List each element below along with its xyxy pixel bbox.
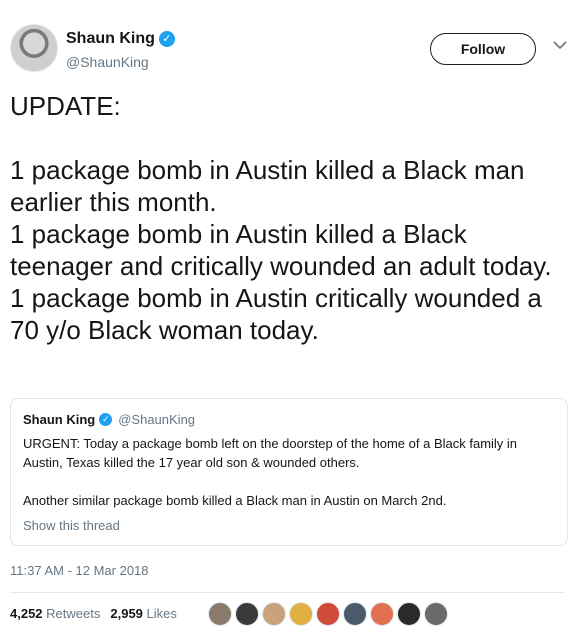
tweet-timestamp[interactable]: 11:37 AM - 12 Mar 2018 xyxy=(10,563,149,578)
quoted-author-name: Shaun King xyxy=(23,412,96,427)
liker-avatar[interactable] xyxy=(424,602,448,626)
tweet-header: Shaun King ✓ @ShaunKing Follow xyxy=(10,24,567,76)
author-name-row: Shaun King ✓ xyxy=(66,30,175,48)
chevron-down-icon[interactable] xyxy=(553,37,567,53)
author-handle[interactable]: @ShaunKing xyxy=(66,54,149,70)
liker-avatar[interactable] xyxy=(208,602,232,626)
avatar[interactable] xyxy=(10,24,58,72)
quoted-tweet[interactable]: Shaun King ✓ @ShaunKing URGENT: Today a … xyxy=(10,398,568,546)
verified-badge-icon: ✓ xyxy=(99,413,113,426)
retweets-count: 4,252 xyxy=(10,606,43,621)
retweets-stat[interactable]: 4,252 Retweets xyxy=(10,606,100,621)
liker-avatar[interactable] xyxy=(262,602,286,626)
likes-stat[interactable]: 2,959 Likes xyxy=(110,606,177,621)
retweets-label: Retweets xyxy=(46,606,101,621)
engagement-stats: 4,252 Retweets 2,959 Likes xyxy=(10,606,177,621)
liker-avatar[interactable] xyxy=(235,602,259,626)
divider xyxy=(10,592,565,593)
verified-badge-icon: ✓ xyxy=(158,31,175,47)
likes-label: Likes xyxy=(146,606,177,621)
liker-avatar[interactable] xyxy=(397,602,421,626)
show-thread-link[interactable]: Show this thread xyxy=(23,518,120,533)
quoted-text: URGENT: Today a package bomb left on the… xyxy=(23,436,518,508)
author-name[interactable]: Shaun King xyxy=(66,30,155,48)
liker-avatars xyxy=(208,602,448,626)
liker-avatar[interactable] xyxy=(343,602,367,626)
liker-avatar[interactable] xyxy=(370,602,394,626)
tweet-text: UPDATE: 1 package bomb in Austin killed … xyxy=(10,91,552,345)
quoted-author-handle: @ShaunKing xyxy=(118,412,196,427)
follow-button[interactable]: Follow xyxy=(430,33,536,65)
liker-avatar[interactable] xyxy=(289,602,313,626)
liker-avatar[interactable] xyxy=(316,602,340,626)
quoted-header: Shaun King ✓ @ShaunKing xyxy=(23,412,195,427)
likes-count: 2,959 xyxy=(110,606,143,621)
